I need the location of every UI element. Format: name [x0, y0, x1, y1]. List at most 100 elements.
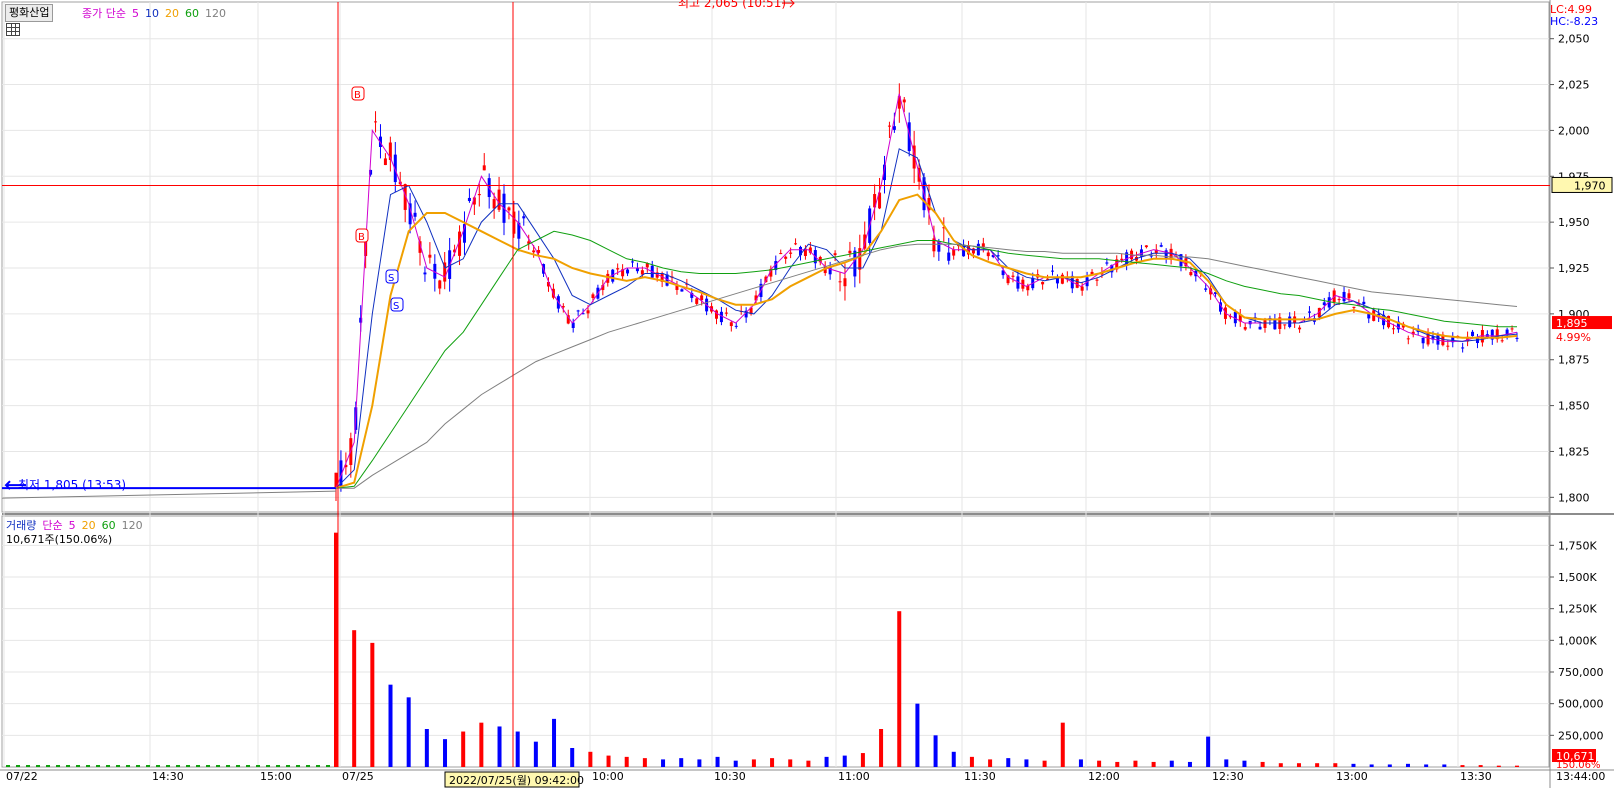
volume-bar — [1006, 758, 1011, 767]
candle-body — [843, 278, 847, 287]
price-tick-label: 1,850 — [1558, 400, 1590, 413]
price-tick-label: 2,050 — [1558, 33, 1590, 46]
legend-ma-60: 60 — [184, 6, 199, 20]
volume-bar — [1224, 759, 1229, 767]
volume-bar — [1496, 765, 1501, 767]
volume-bar — [66, 765, 70, 767]
volume-bar — [26, 765, 30, 767]
candle-body — [1080, 286, 1084, 291]
volume-bar — [788, 759, 793, 767]
volume-bar — [497, 726, 502, 767]
legend-vma-120: 120 — [121, 518, 143, 532]
volume-bar — [76, 765, 80, 767]
marker-label: B — [358, 232, 365, 243]
legend-vma-60: 60 — [101, 518, 116, 532]
volume-bar — [461, 731, 466, 767]
candle-body — [789, 252, 793, 254]
high-annotation: 최고 2,065 (10:51) — [678, 0, 786, 10]
marker-label: B — [354, 90, 361, 101]
candle-body — [497, 189, 501, 210]
chart-canvas: 07/22 14:30 15:00 07/25 10:00 10:30 11:00 11:30… — [0, 0, 1614, 788]
stock-chart[interactable]: 07/22 14:30 15:00 07/25 10:00 10:30 11:00 11:30… — [0, 0, 1614, 788]
volume-bar — [570, 748, 575, 767]
volume-bar — [36, 765, 40, 767]
volume-bar — [56, 765, 60, 767]
volume-tick-label: 500,000 — [1558, 698, 1604, 711]
volume-bars — [6, 532, 1519, 767]
candle-body — [522, 216, 526, 219]
volume-bar — [770, 758, 775, 767]
volume-bar — [216, 765, 220, 767]
volume-bar — [915, 703, 920, 767]
volume-bar — [1442, 764, 1447, 767]
candle-body — [413, 212, 417, 217]
crosshair-price-label: 1,970 — [1574, 179, 1606, 192]
volume-bar — [1151, 761, 1156, 767]
volume-bar — [879, 729, 884, 767]
legend-ma-5: 5 — [131, 6, 139, 20]
candle-body — [1051, 270, 1055, 272]
x-tick-label: 11:30 — [964, 770, 996, 783]
candle-body — [1105, 262, 1109, 264]
candle-body — [729, 322, 733, 327]
candle-body — [1342, 291, 1346, 302]
volume-bar — [806, 760, 811, 767]
stock-name-button[interactable]: 평화산업 — [5, 4, 54, 22]
volume-bar — [226, 765, 230, 767]
candle-body — [586, 310, 590, 314]
price-tick-label: 2,000 — [1558, 124, 1590, 137]
price-tick-label: 2,025 — [1558, 79, 1590, 92]
candle-body — [1391, 328, 1395, 330]
candle-body — [1204, 288, 1208, 290]
volume-bar — [1478, 765, 1483, 767]
candle-body — [1258, 326, 1262, 330]
volume-bar — [897, 611, 902, 767]
volume-bar — [1351, 763, 1356, 767]
volume-bar — [1242, 760, 1247, 767]
volume-tick-label: 250,000 — [1558, 729, 1604, 742]
volume-bar — [86, 765, 90, 767]
table-icon[interactable] — [6, 23, 20, 36]
candle-body — [1298, 327, 1302, 330]
volume-bar — [206, 765, 210, 767]
volume-bar — [588, 751, 593, 767]
candle-body — [1421, 337, 1425, 344]
time-end-label: 13:44:00 — [1556, 770, 1605, 783]
volume-panel-frame — [1, 515, 1550, 768]
candle-body — [616, 268, 620, 270]
candle-body — [1159, 245, 1163, 247]
volume-bar — [296, 765, 300, 767]
volume-bar — [1078, 759, 1083, 767]
candle-body — [680, 289, 684, 292]
candle-body — [1273, 319, 1277, 330]
candle-body — [1505, 329, 1509, 334]
volume-bar — [106, 765, 110, 767]
candle-body — [428, 254, 432, 258]
candle-body — [507, 207, 511, 211]
candle-body — [1041, 281, 1045, 285]
volume-bar — [1024, 759, 1029, 767]
legend-ma-10: 10 — [144, 6, 159, 20]
candle-body — [848, 250, 852, 254]
candle-body — [477, 194, 481, 196]
x-tick-label: 11:00 — [838, 770, 870, 783]
legend-vma-5: 5 — [68, 518, 76, 532]
candle-body — [734, 325, 738, 327]
candle-body — [1011, 275, 1015, 277]
candle-body — [1510, 328, 1514, 330]
volume-bar — [196, 765, 200, 767]
candle-body — [1446, 345, 1450, 347]
x-tick-label: 13:30 — [1460, 770, 1492, 783]
crosshair-time-label: 2022/07/25(월) 09:42:00 — [449, 774, 584, 787]
volume-bar — [424, 729, 429, 767]
volume-bar — [951, 751, 956, 767]
x-tick-label: 07/25 — [342, 770, 374, 783]
volume-bar — [1333, 763, 1338, 767]
candle-body — [438, 280, 442, 289]
candle-body — [779, 253, 783, 255]
volume-bar — [1515, 765, 1519, 767]
volume-bar — [126, 765, 130, 767]
price-legend-label: 종가 단순 — [82, 7, 126, 20]
volume-bar — [824, 756, 829, 767]
candle-body — [1461, 347, 1465, 349]
